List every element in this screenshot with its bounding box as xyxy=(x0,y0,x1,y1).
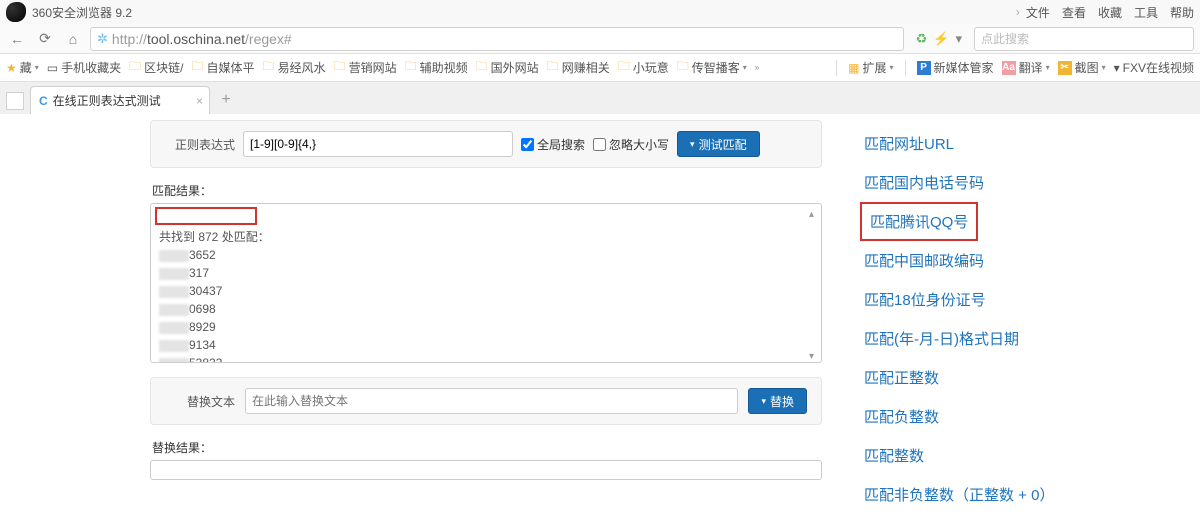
menu-favorites[interactable]: 收藏 xyxy=(1098,4,1122,21)
regex-label: 正则表达式 xyxy=(165,136,235,153)
side-link-phone[interactable]: 匹配国内电话号码 xyxy=(860,163,1200,202)
bookmark-mobile[interactable]: ▭手机收藏夹 xyxy=(47,59,121,76)
menu-file[interactable]: 文件 xyxy=(1026,4,1050,21)
menu-tools[interactable]: 工具 xyxy=(1134,4,1158,21)
test-match-button[interactable]: ▾测试匹配 xyxy=(677,131,760,157)
bookmark-folder-6[interactable]: 🗀国外网站 xyxy=(476,57,539,78)
browser-logo-icon xyxy=(6,2,26,22)
caret-down-icon: ▾ xyxy=(761,396,766,407)
folder-icon: 🗀 xyxy=(334,57,346,78)
global-checkbox[interactable]: 全局搜索 xyxy=(521,136,585,153)
caret-down-icon: ▾ xyxy=(690,139,695,150)
side-link-int[interactable]: 匹配整数 xyxy=(860,436,1200,475)
scroll-up-icon[interactable]: ▴ xyxy=(809,207,819,217)
home-button[interactable]: ⌂ xyxy=(62,28,84,50)
side-link-negint[interactable]: 匹配负整数 xyxy=(860,397,1200,436)
address-bar: ← ⟳ ⌂ ✲ http://tool.oschina.net/regex# ♻… xyxy=(0,24,1200,54)
replace-panel: 替换文本 ▾替换 xyxy=(150,377,822,425)
ignorecase-checkbox[interactable]: 忽略大小写 xyxy=(593,136,669,153)
ext-icon: Aa xyxy=(1002,61,1016,75)
side-link-id18[interactable]: 匹配18位身份证号 xyxy=(860,280,1200,319)
ext-icon: ✂ xyxy=(1058,61,1072,75)
bookmark-folder-5[interactable]: 🗀辅助视频 xyxy=(405,57,468,78)
side-link-qq[interactable]: 匹配腾讯QQ号 xyxy=(860,202,978,241)
site-favicon-icon: ✲ xyxy=(97,31,108,47)
folder-icon: 🗀 xyxy=(192,57,204,78)
regex-input[interactable] xyxy=(243,131,513,157)
ext-menu[interactable]: ▦扩展▾ xyxy=(848,59,893,76)
side-link-postal[interactable]: 匹配中国邮政编码 xyxy=(860,241,1200,280)
star-icon: ★ xyxy=(6,61,17,75)
page-content: 正则表达式 全局搜索 忽略大小写 ▾测试匹配 匹配结果： 共找到 872 处匹配… xyxy=(0,114,1200,505)
bookmark-folder-2[interactable]: 🗀自媒体平 xyxy=(192,57,255,78)
replace-input[interactable] xyxy=(245,388,738,414)
side-link-url[interactable]: 匹配网址URL xyxy=(860,124,1200,163)
address-right-icons: ♻ ⚡ ▾ xyxy=(916,31,962,47)
back-button[interactable]: ← xyxy=(6,28,28,50)
sidebar-toggle[interactable] xyxy=(6,92,24,110)
tab-active[interactable]: C 在线正则表达式测试 × xyxy=(30,86,210,114)
tab-title: 在线正则表达式测试 xyxy=(53,92,161,109)
bookmark-folder-3[interactable]: 🗀易经风水 xyxy=(263,57,326,78)
side-link-date[interactable]: 匹配(年-月-日)格式日期 xyxy=(860,319,1200,358)
main-column: 正则表达式 全局搜索 忽略大小写 ▾测试匹配 匹配结果： 共找到 872 处匹配… xyxy=(0,114,840,505)
sidebar-links: 匹配网址URL 匹配国内电话号码 匹配腾讯QQ号 匹配中国邮政编码 匹配18位身… xyxy=(840,114,1200,505)
side-link-posint[interactable]: 匹配正整数 xyxy=(860,358,1200,397)
search-input[interactable]: 点此搜索 xyxy=(974,27,1194,51)
folder-icon: 🗀 xyxy=(405,57,417,78)
menu-view[interactable]: 查看 xyxy=(1062,4,1086,21)
replace-result-label: 替换结果： xyxy=(152,439,822,456)
window-title: 360安全浏览器 9.2 xyxy=(32,4,1016,21)
bookmark-folder-9[interactable]: 🗀传智播客▾ xyxy=(677,57,747,78)
bookmark-folder-4[interactable]: 🗀营销网站 xyxy=(334,57,397,78)
ext-newmedia[interactable]: P新媒体管家 xyxy=(917,59,994,76)
dropdown-icon[interactable]: ▾ xyxy=(955,31,962,47)
side-link-cut[interactable]: 匹配非负整数（正整数 + 0） xyxy=(860,475,1200,514)
chevron-right-icon: › xyxy=(1016,5,1020,19)
folder-icon: 🗀 xyxy=(618,57,630,78)
ext-fxv[interactable]: ▾FXV在线视频 xyxy=(1114,59,1194,76)
url-field[interactable]: ✲ http://tool.oschina.net/regex# xyxy=(90,27,904,51)
bookmark-folder-8[interactable]: 🗀小玩意 xyxy=(618,57,669,78)
result-textarea[interactable]: 共找到 872 处匹配： 3652 317 30437 0698 8929 91… xyxy=(150,203,822,363)
recycle-icon[interactable]: ♻ xyxy=(916,31,928,47)
window-titlebar: 360安全浏览器 9.2 › 文件 查看 收藏 工具 帮助 xyxy=(0,0,1200,24)
scroll-down-icon[interactable]: ▾ xyxy=(809,349,819,359)
bookmark-folder-1[interactable]: 🗀区块链/ xyxy=(129,57,183,78)
play-icon: ▾ xyxy=(1114,61,1120,75)
folder-icon: 🗀 xyxy=(677,57,689,78)
tab-favicon-icon: C xyxy=(39,94,48,108)
bookmark-folder-7[interactable]: 🗀网赚相关 xyxy=(547,57,610,78)
top-menu: 文件 查看 收藏 工具 帮助 xyxy=(1026,4,1194,21)
folder-icon: 🗀 xyxy=(263,57,275,78)
ext-translate[interactable]: Aa翻译▾ xyxy=(1002,59,1050,76)
bolt-icon[interactable]: ⚡ xyxy=(933,31,949,47)
bookmark-fav[interactable]: ★藏▾ xyxy=(6,59,39,76)
replace-label: 替换文本 xyxy=(165,393,235,410)
close-icon[interactable]: × xyxy=(196,94,203,108)
replace-result-textarea[interactable] xyxy=(150,460,822,480)
ext-icon: P xyxy=(917,61,931,75)
folder-icon: 🗀 xyxy=(129,57,141,78)
search-placeholder: 点此搜索 xyxy=(981,30,1029,47)
regex-panel: 正则表达式 全局搜索 忽略大小写 ▾测试匹配 xyxy=(150,120,822,168)
more-bookmarks-icon[interactable]: » xyxy=(755,63,759,72)
phone-icon: ▭ xyxy=(47,61,58,75)
folder-icon: 🗀 xyxy=(547,57,559,78)
ext-screenshot[interactable]: ✂截图▾ xyxy=(1058,59,1106,76)
tab-strip: C 在线正则表达式测试 × + xyxy=(0,82,1200,114)
replace-button[interactable]: ▾替换 xyxy=(748,388,807,414)
reload-button[interactable]: ⟳ xyxy=(34,28,56,50)
bookmarks-bar: ★藏▾ ▭手机收藏夹 🗀区块链/ 🗀自媒体平 🗀易经风水 🗀营销网站 🗀辅助视频… xyxy=(0,54,1200,82)
grid-icon: ▦ xyxy=(848,61,859,75)
folder-icon: 🗀 xyxy=(476,57,488,78)
menu-help[interactable]: 帮助 xyxy=(1170,4,1194,21)
url-text: http://tool.oschina.net/regex# xyxy=(112,31,292,47)
result-label: 匹配结果： xyxy=(152,182,822,199)
new-tab-button[interactable]: + xyxy=(214,88,238,112)
